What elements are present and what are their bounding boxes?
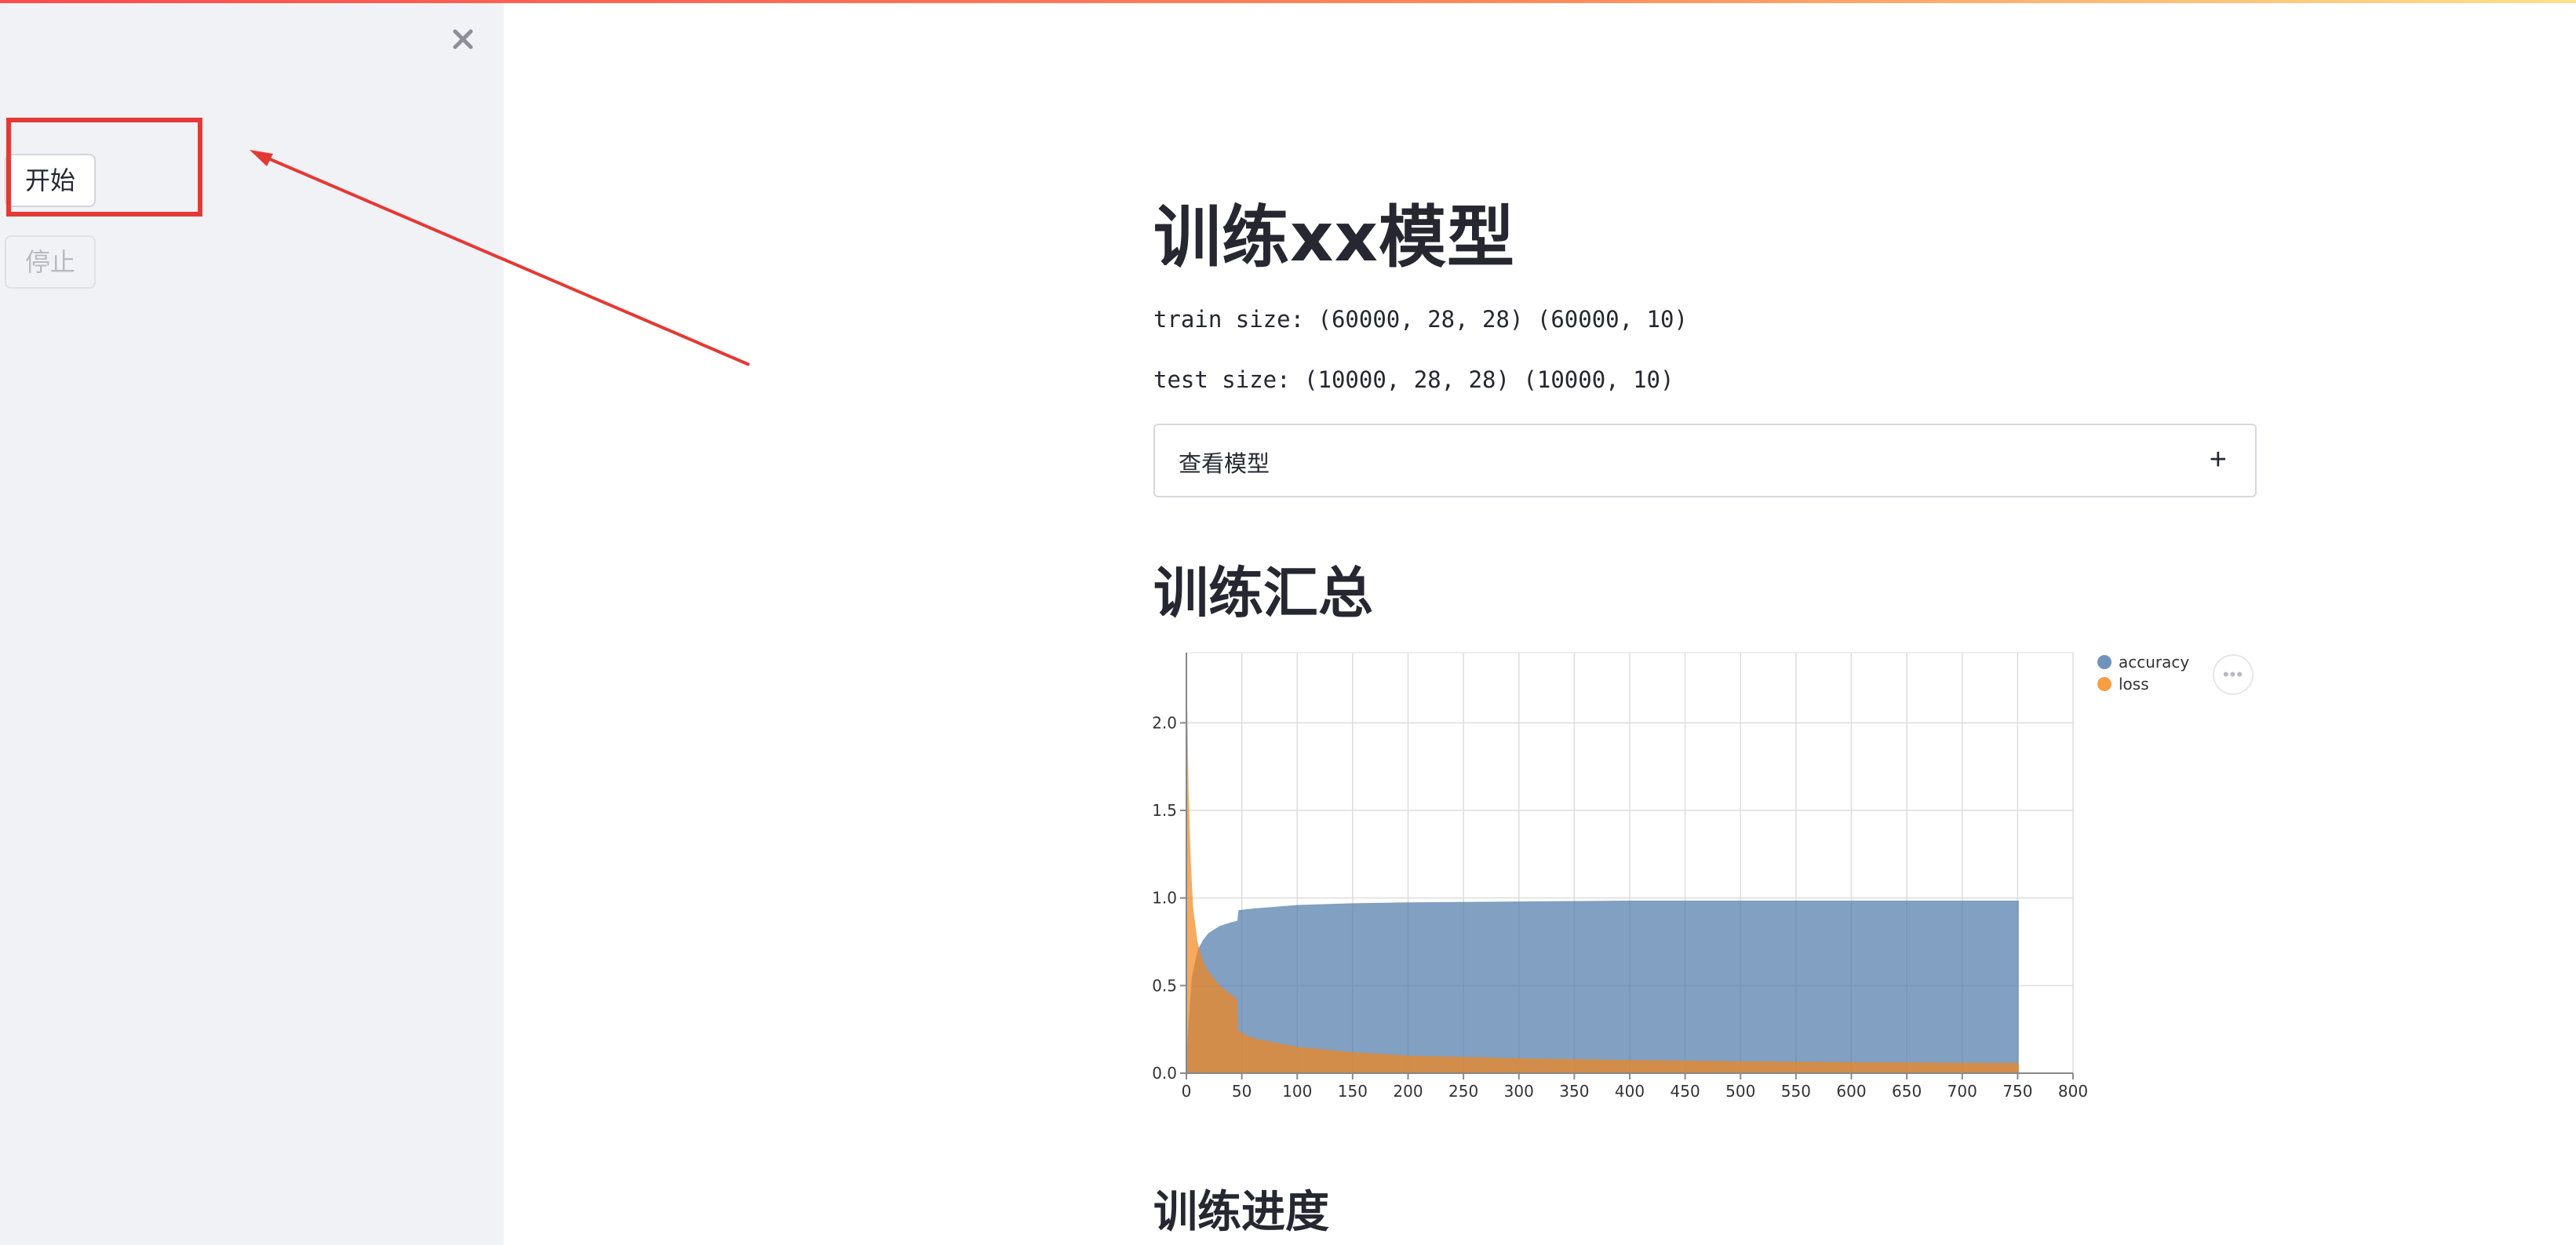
x-tick-label: 700 bbox=[1947, 1082, 1977, 1101]
y-tick-label: 1.5 bbox=[1152, 801, 1177, 820]
x-tick-label: 0 bbox=[1182, 1082, 1192, 1101]
y-tick-label: 0.0 bbox=[1152, 1064, 1177, 1083]
legend-swatch-accuracy bbox=[2097, 655, 2111, 669]
top-decoration-bar bbox=[0, 0, 2576, 3]
y-tick-label: 0.5 bbox=[1152, 976, 1177, 995]
y-tick-label: 1.0 bbox=[1152, 889, 1177, 908]
x-tick-label: 650 bbox=[1892, 1082, 1922, 1101]
training-summary-title: 训练汇总 bbox=[1153, 561, 1373, 625]
x-tick-label: 600 bbox=[1836, 1082, 1866, 1101]
expander-label: 查看模型 bbox=[1179, 450, 1270, 477]
y-tick-label: 2.0 bbox=[1152, 713, 1177, 732]
stop-button[interactable]: 停止 bbox=[5, 235, 97, 289]
sidebar: 开始 停止 bbox=[0, 0, 504, 1245]
x-tick-label: 300 bbox=[1504, 1082, 1534, 1101]
page-title: 训练xx模型 bbox=[1153, 198, 1515, 277]
view-model-expander[interactable]: 查看模型 + bbox=[1153, 424, 2257, 497]
x-tick-label: 550 bbox=[1781, 1082, 1811, 1101]
x-tick-label: 150 bbox=[1338, 1082, 1368, 1101]
x-tick-label: 250 bbox=[1448, 1082, 1478, 1101]
x-tick-label: 50 bbox=[1232, 1082, 1252, 1101]
x-tick-label: 400 bbox=[1615, 1082, 1645, 1101]
x-tick-label: 800 bbox=[2058, 1082, 2088, 1101]
training-progress-title: 训练进度 bbox=[1153, 1187, 1329, 1238]
x-tick-label: 350 bbox=[1559, 1082, 1589, 1101]
legend-label-accuracy: accuracy bbox=[2119, 653, 2189, 672]
training-chart: 0 50 100 150 200 250 300 350 400 450 500 550 600 650 7… bbox=[1152, 652, 2189, 1101]
test-size-text: test size: (10000, 28, 28) (10000, 10) bbox=[1153, 366, 1674, 393]
x-tick-label: 500 bbox=[1725, 1082, 1755, 1101]
more-icon: ••• bbox=[2222, 664, 2244, 684]
train-size-text: train size: (60000, 28, 28) (60000, 10) bbox=[1153, 306, 1688, 333]
chart-menu-button[interactable]: ••• bbox=[2213, 654, 2254, 695]
close-sidebar-button[interactable] bbox=[446, 22, 480, 56]
legend-label-loss: loss bbox=[2119, 675, 2149, 693]
annotation-highlight-box bbox=[6, 118, 202, 217]
legend-swatch-loss bbox=[2097, 677, 2111, 691]
x-tick-label: 200 bbox=[1393, 1082, 1423, 1101]
x-tick-label: 100 bbox=[1282, 1082, 1312, 1101]
series-area-accuracy bbox=[1186, 901, 2019, 1073]
plus-icon: + bbox=[2209, 443, 2227, 476]
x-tick-label: 450 bbox=[1671, 1082, 1700, 1101]
x-tick-label: 750 bbox=[2002, 1082, 2032, 1101]
close-icon bbox=[453, 29, 473, 49]
